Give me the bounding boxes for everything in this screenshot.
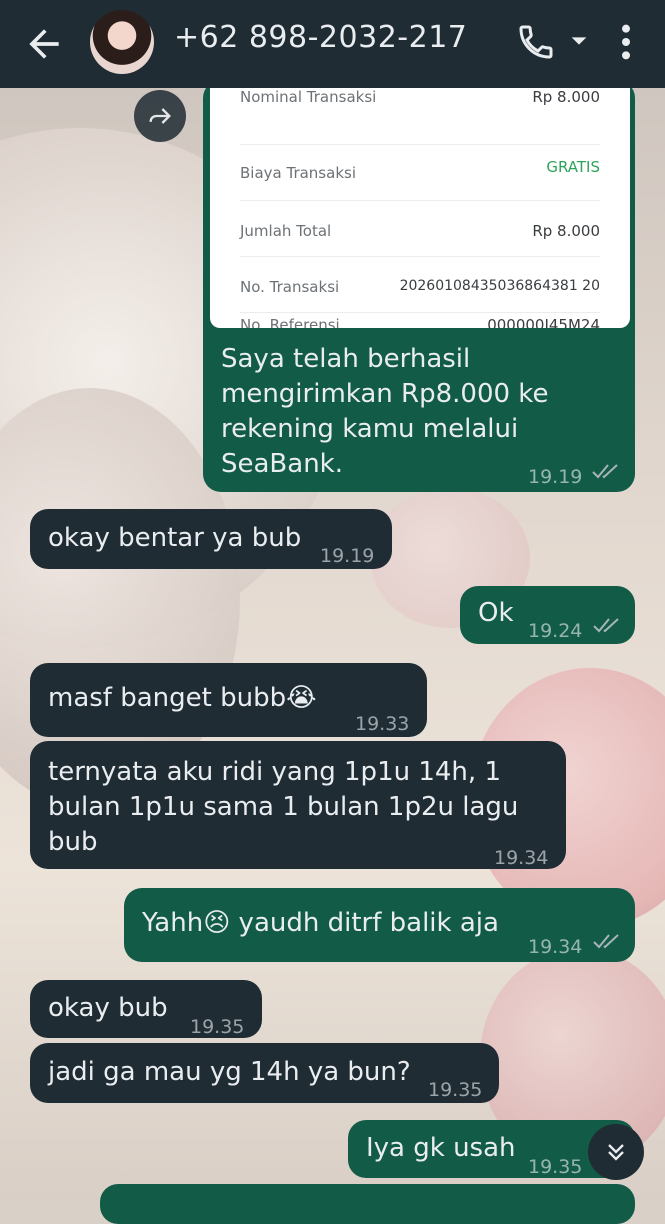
message-text: masf banget bubb😭 bbox=[48, 683, 317, 713]
receipt-row: No. Transaksi 20260108435036864381 20 bbox=[240, 256, 600, 313]
message-bubble-incoming[interactable]: okay bub 19.35 bbox=[30, 980, 262, 1038]
message-time: 19.35 bbox=[190, 1016, 245, 1038]
scroll-to-bottom-button[interactable] bbox=[588, 1124, 644, 1180]
more-vert-icon[interactable] bbox=[612, 22, 640, 62]
receipt-row: No. Referensi 000000J45M24 bbox=[240, 312, 600, 328]
message-bubble-incoming[interactable]: jadi ga mau yg 14h ya bun? 19.35 bbox=[30, 1043, 499, 1103]
receipt-row: Nominal Transaksi Rp 8.000 bbox=[240, 88, 600, 145]
contact-name[interactable]: +62 898-2032-217 bbox=[174, 20, 467, 55]
read-receipt-icon bbox=[593, 934, 619, 949]
read-receipt-icon bbox=[592, 464, 618, 479]
receipt-value: 20260108435036864381 20 bbox=[399, 278, 600, 294]
receipt-value: 000000J45M24 bbox=[487, 316, 600, 328]
transaction-receipt-image[interactable]: Nominal Transaksi Rp 8.000 Biaya Transak… bbox=[210, 88, 630, 328]
message-text: Yahh😣 yaudh ditrf balik aja bbox=[142, 908, 499, 938]
read-receipt-icon bbox=[593, 618, 619, 633]
receipt-value: Rp 8.000 bbox=[532, 88, 600, 106]
message-time: 19.19 bbox=[320, 545, 375, 567]
message-text: Saya telah berhasil mengirimkan Rp8.000 … bbox=[221, 344, 549, 479]
forward-button[interactable] bbox=[134, 90, 186, 142]
message-time: 19.33 bbox=[355, 713, 410, 735]
message-bubble-outgoing[interactable] bbox=[100, 1184, 635, 1224]
double-chevron-down-icon bbox=[608, 1144, 624, 1161]
message-bubble-outgoing[interactable]: Ok 19.24 bbox=[460, 586, 635, 644]
receipt-label: Nominal Transaksi bbox=[240, 88, 377, 106]
receipt-row: Biaya Transaksi GRATIS bbox=[240, 144, 600, 201]
receipt-value: Rp 8.000 bbox=[532, 222, 600, 240]
receipt-row: Jumlah Total Rp 8.000 bbox=[240, 200, 600, 257]
receipt-label: No. Referensi bbox=[240, 316, 340, 328]
message-text: ternyata aku ridi yang 1p1u 14h, 1 bulan… bbox=[48, 757, 519, 857]
message-text: okay bub bbox=[48, 993, 168, 1023]
message-bubble-incoming[interactable]: masf banget bubb😭 19.33 bbox=[30, 663, 427, 737]
message-text: Iya gk usah bbox=[366, 1133, 516, 1163]
phone-icon[interactable] bbox=[516, 22, 556, 62]
message-time: 19.34 bbox=[528, 936, 583, 958]
message-time: 19.19 bbox=[528, 466, 583, 488]
message-bubble-incoming[interactable]: okay bentar ya bub 19.19 bbox=[30, 509, 392, 569]
message-text: okay bentar ya bub bbox=[48, 523, 302, 553]
receipt-label: Jumlah Total bbox=[240, 222, 332, 240]
back-arrow-icon[interactable] bbox=[22, 22, 66, 66]
message-time: 19.34 bbox=[494, 847, 549, 869]
avatar[interactable] bbox=[90, 10, 154, 74]
message-time: 19.24 bbox=[528, 620, 583, 642]
message-bubble-incoming[interactable]: ternyata aku ridi yang 1p1u 14h, 1 bulan… bbox=[30, 741, 566, 869]
receipt-label: Biaya Transaksi bbox=[240, 164, 356, 182]
forward-icon bbox=[149, 108, 171, 124]
message-bubble-outgoing[interactable]: Yahh😣 yaudh ditrf balik aja 19.34 bbox=[124, 888, 635, 962]
message-text: Ok bbox=[478, 598, 514, 628]
message-text: jadi ga mau yg 14h ya bun? bbox=[48, 1057, 411, 1087]
message-time: 19.35 bbox=[528, 1156, 583, 1178]
receipt-label: No. Transaksi bbox=[240, 278, 340, 296]
chat-header: +62 898-2032-217 bbox=[0, 0, 665, 88]
chevron-down-icon[interactable] bbox=[568, 30, 590, 52]
message-time: 19.35 bbox=[428, 1079, 483, 1101]
receipt-value: GRATIS bbox=[546, 158, 600, 176]
